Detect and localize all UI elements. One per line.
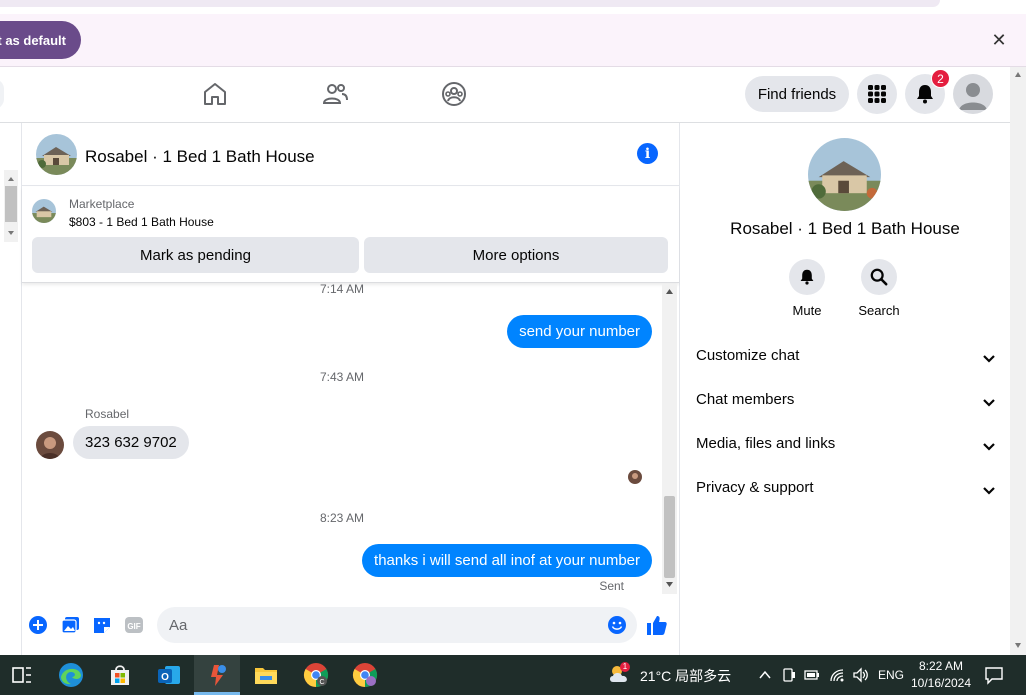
chevron-down-icon xyxy=(983,487,995,495)
section-label: Privacy & support xyxy=(696,479,814,496)
conversation-info-panel: Rosabel · 1 Bed 1 Bath House Mute Search… xyxy=(680,123,1010,655)
mark-as-pending-button[interactable]: Mark as pending xyxy=(32,237,359,273)
outlook-icon[interactable]: O xyxy=(155,661,183,689)
chevron-down-icon xyxy=(983,443,995,451)
edge-browser-icon[interactable] xyxy=(57,661,85,689)
language-indicator[interactable]: ENG xyxy=(878,668,904,682)
sticker-icon[interactable] xyxy=(92,615,112,635)
seen-avatar xyxy=(628,470,642,484)
battery-icon[interactable] xyxy=(804,667,820,683)
meet-now-icon[interactable] xyxy=(782,667,796,683)
chevron-down-icon xyxy=(983,399,995,407)
info-icon[interactable]: i xyxy=(637,143,658,164)
sent-status: Sent xyxy=(599,579,624,593)
volume-icon[interactable] xyxy=(852,667,870,683)
scroll-thumb[interactable] xyxy=(664,496,675,578)
message-scrollbar[interactable] xyxy=(662,284,677,594)
message-input[interactable] xyxy=(157,607,637,643)
search-label: Search xyxy=(858,303,900,318)
svg-text:GIF: GIF xyxy=(127,622,140,631)
clock[interactable]: 8:22 AM 10/16/2024 xyxy=(908,658,974,692)
weather-text[interactable]: 21°C 局部多云 xyxy=(640,666,731,686)
groups-icon[interactable] xyxy=(440,80,468,108)
left-scrollbar[interactable] xyxy=(4,170,18,242)
section-privacy-support[interactable]: Privacy & support xyxy=(696,479,996,503)
app-icon[interactable] xyxy=(203,661,231,689)
mute-label: Mute xyxy=(792,303,822,318)
wifi-icon[interactable] xyxy=(829,667,845,683)
listing-price-title[interactable]: $803 - 1 Bed 1 Bath House xyxy=(69,215,214,229)
account-avatar[interactable] xyxy=(953,74,993,114)
listing-avatar[interactable] xyxy=(36,134,77,175)
svg-text:O: O xyxy=(161,672,169,683)
section-customize-chat[interactable]: Customize chat xyxy=(696,347,996,371)
default-browser-banner: t as default ✕ xyxy=(0,14,1026,67)
outgoing-message[interactable]: thanks i will send all inof at your numb… xyxy=(362,544,652,577)
listing-avatar-large[interactable] xyxy=(808,138,881,211)
timestamp: 8:23 AM xyxy=(319,511,365,525)
friends-icon[interactable] xyxy=(321,80,349,108)
address-bar[interactable] xyxy=(0,0,940,7)
marketplace-label: Marketplace xyxy=(69,197,135,211)
gif-icon[interactable]: GIF xyxy=(124,615,144,635)
close-icon[interactable]: ✕ xyxy=(990,31,1008,49)
emoji-icon[interactable] xyxy=(607,615,627,635)
task-view-icon[interactable] xyxy=(8,661,36,689)
outgoing-message[interactable]: send your number xyxy=(507,315,652,348)
sender-avatar[interactable] xyxy=(36,431,64,459)
incoming-message[interactable]: 323 632 9702 xyxy=(73,426,189,459)
menu-grid-icon[interactable] xyxy=(857,74,897,114)
chrome-icon[interactable]: C xyxy=(302,661,330,689)
photo-icon[interactable] xyxy=(61,615,81,635)
plus-icon[interactable] xyxy=(28,615,48,635)
notification-count-badge: 2 xyxy=(931,69,950,88)
chat-panel: Rosabel · 1 Bed 1 Bath House i Marketpla… xyxy=(21,123,680,655)
windows-taskbar: O C 1 21°C 局部多云 ENG 8:22 AM 10/16/2024 xyxy=(0,655,1026,695)
bell-icon xyxy=(800,269,814,285)
notification-center-icon[interactable] xyxy=(984,665,1004,685)
find-friends-button[interactable]: Find friends xyxy=(745,76,849,112)
set-as-default-button[interactable]: t as default xyxy=(0,21,81,59)
section-label: Chat members xyxy=(696,391,795,408)
sender-name: Rosabel xyxy=(85,407,130,421)
home-icon[interactable] xyxy=(201,80,229,108)
chevron-down-icon xyxy=(983,355,995,363)
weather-alert-badge: 1 xyxy=(622,662,628,671)
section-chat-members[interactable]: Chat members xyxy=(696,391,996,415)
section-label: Media, files and links xyxy=(696,435,836,452)
browser-tab-strip xyxy=(0,0,1026,14)
timestamp: 7:14 AM xyxy=(319,284,365,296)
mute-action[interactable]: Mute xyxy=(777,259,837,318)
chevron-up-icon[interactable] xyxy=(758,668,772,682)
timestamp: 7:43 AM xyxy=(319,370,365,384)
microsoft-store-icon[interactable] xyxy=(106,661,134,689)
info-title: Rosabel · 1 Bed 1 Bath House xyxy=(730,219,960,238)
section-media-files-links[interactable]: Media, files and links xyxy=(696,435,996,459)
more-options-button[interactable]: More options xyxy=(364,237,668,273)
file-explorer-icon[interactable] xyxy=(252,661,280,689)
clock-time: 8:22 AM xyxy=(918,659,964,673)
marketplace-listing-bar: Marketplace $803 - 1 Bed 1 Bath House Ma… xyxy=(22,187,679,283)
clock-date: 10/16/2024 xyxy=(910,676,972,690)
message-composer: GIF xyxy=(22,603,679,647)
section-label: Customize chat xyxy=(696,347,800,364)
chat-title[interactable]: Rosabel · 1 Bed 1 Bath House xyxy=(85,147,315,167)
listing-thumbnail[interactable] xyxy=(32,199,56,223)
page-scrollbar[interactable] xyxy=(1010,67,1026,655)
search-action[interactable]: Search xyxy=(849,259,909,318)
top-navigation: Find friends 2 xyxy=(0,67,1018,123)
svg-text:C: C xyxy=(319,679,324,686)
chrome-profile-icon[interactable] xyxy=(351,661,379,689)
chat-header: Rosabel · 1 Bed 1 Bath House i xyxy=(22,123,679,186)
like-icon[interactable] xyxy=(646,614,668,636)
message-list: 7:14 AM send your number 7:43 AM Rosabel… xyxy=(22,284,662,594)
bell-icon xyxy=(917,85,933,104)
search-icon xyxy=(870,268,888,286)
search-field-edge[interactable] xyxy=(0,79,4,109)
